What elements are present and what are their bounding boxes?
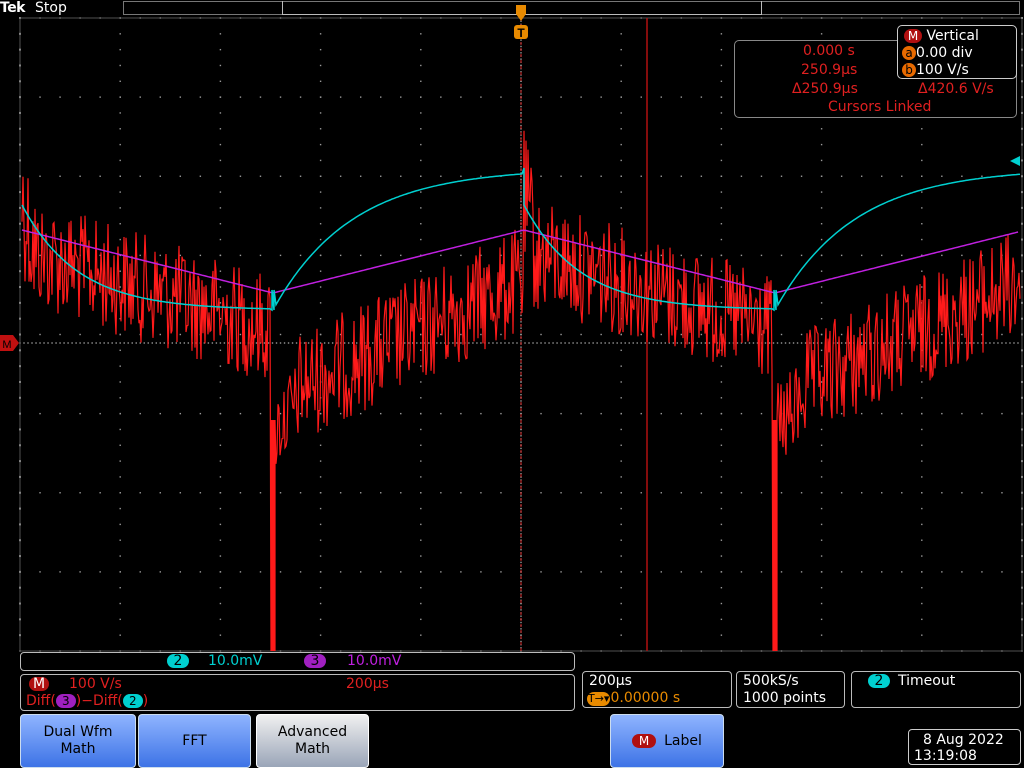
acquisition-panel[interactable]: 500kS/s 1000 points [736,671,845,708]
delta-time: Δ250.9µs [792,81,858,97]
cursors-linked-status: Cursors Linked [828,99,932,115]
math-info-badge: M [29,677,49,691]
label-math-badge: M [632,734,657,748]
cursor-a-value: 0.00 div [916,45,973,61]
trigger-delay-icon: T→▾ [587,692,611,706]
trigger-panel[interactable]: 2 Timeout [851,671,1021,708]
math-expression: Diff(3)−Diff(2) [26,693,149,709]
trigger-position-label: T [517,26,525,40]
cursor-b-badge: b [902,63,916,77]
math-badge: M [904,29,922,43]
advanced-math-button[interactable]: Advanced Math [256,714,369,768]
horizontal-position: 0.00000 s [610,690,681,706]
record-length: 1000 points [743,690,827,706]
delta-value: Δ420.6 V/s [918,81,994,97]
math-ground-label: M [2,339,11,351]
sample-rate: 500kS/s [743,673,799,689]
ch2-scale[interactable]: 10.0mV [208,653,262,669]
ch2-badge[interactable]: 2 [167,654,189,668]
channel-readout-strip[interactable]: 2 10.0mV 3 10.0mV [20,652,575,671]
date-time-display: 8 Aug 2022 13:19:08 [908,729,1021,765]
math-ground-marker[interactable]: M [0,335,19,351]
timebase-panel[interactable]: 200µs T→▾0.00000 s [582,671,732,708]
dual-wfm-math-button[interactable]: Dual Wfm Math [20,714,136,768]
date: 8 Aug 2022 [923,732,1004,748]
ch3-badge[interactable]: 3 [304,654,326,668]
cursor-a-time: 0.000 s [803,43,855,59]
cursor-b-time: 250.9µs [801,62,858,78]
cursor-a-badge: a [902,46,916,60]
vertical-cursor-panel[interactable]: M Vertical a 0.00 div b 100 V/s [897,25,1017,79]
time: 13:19:08 [914,748,977,764]
expr-ch2-badge: 2 [122,694,143,708]
expr-ch3-badge: 3 [55,694,76,708]
label-button[interactable]: M Label [610,714,724,768]
math-timebase: 200µs [346,676,389,692]
cursor-b-value: 100 V/s [916,62,969,78]
horizontal-scale: 200µs [589,673,632,689]
trigger-channel-badge: 2 [868,674,890,688]
math-readout-panel[interactable]: M 100 V/s 200µs Diff(3)−Diff(2) [20,674,575,711]
math-scale: 100 V/s [69,676,122,692]
trigger-mode: Timeout [898,673,956,689]
trigger-position-marker[interactable]: T [514,5,528,40]
ch3-scale[interactable]: 10.0mV [347,653,401,669]
ch2-offset-arrow-icon[interactable] [1010,156,1020,166]
vertical-title: Vertical [926,28,979,44]
fft-button[interactable]: FFT [138,714,251,768]
